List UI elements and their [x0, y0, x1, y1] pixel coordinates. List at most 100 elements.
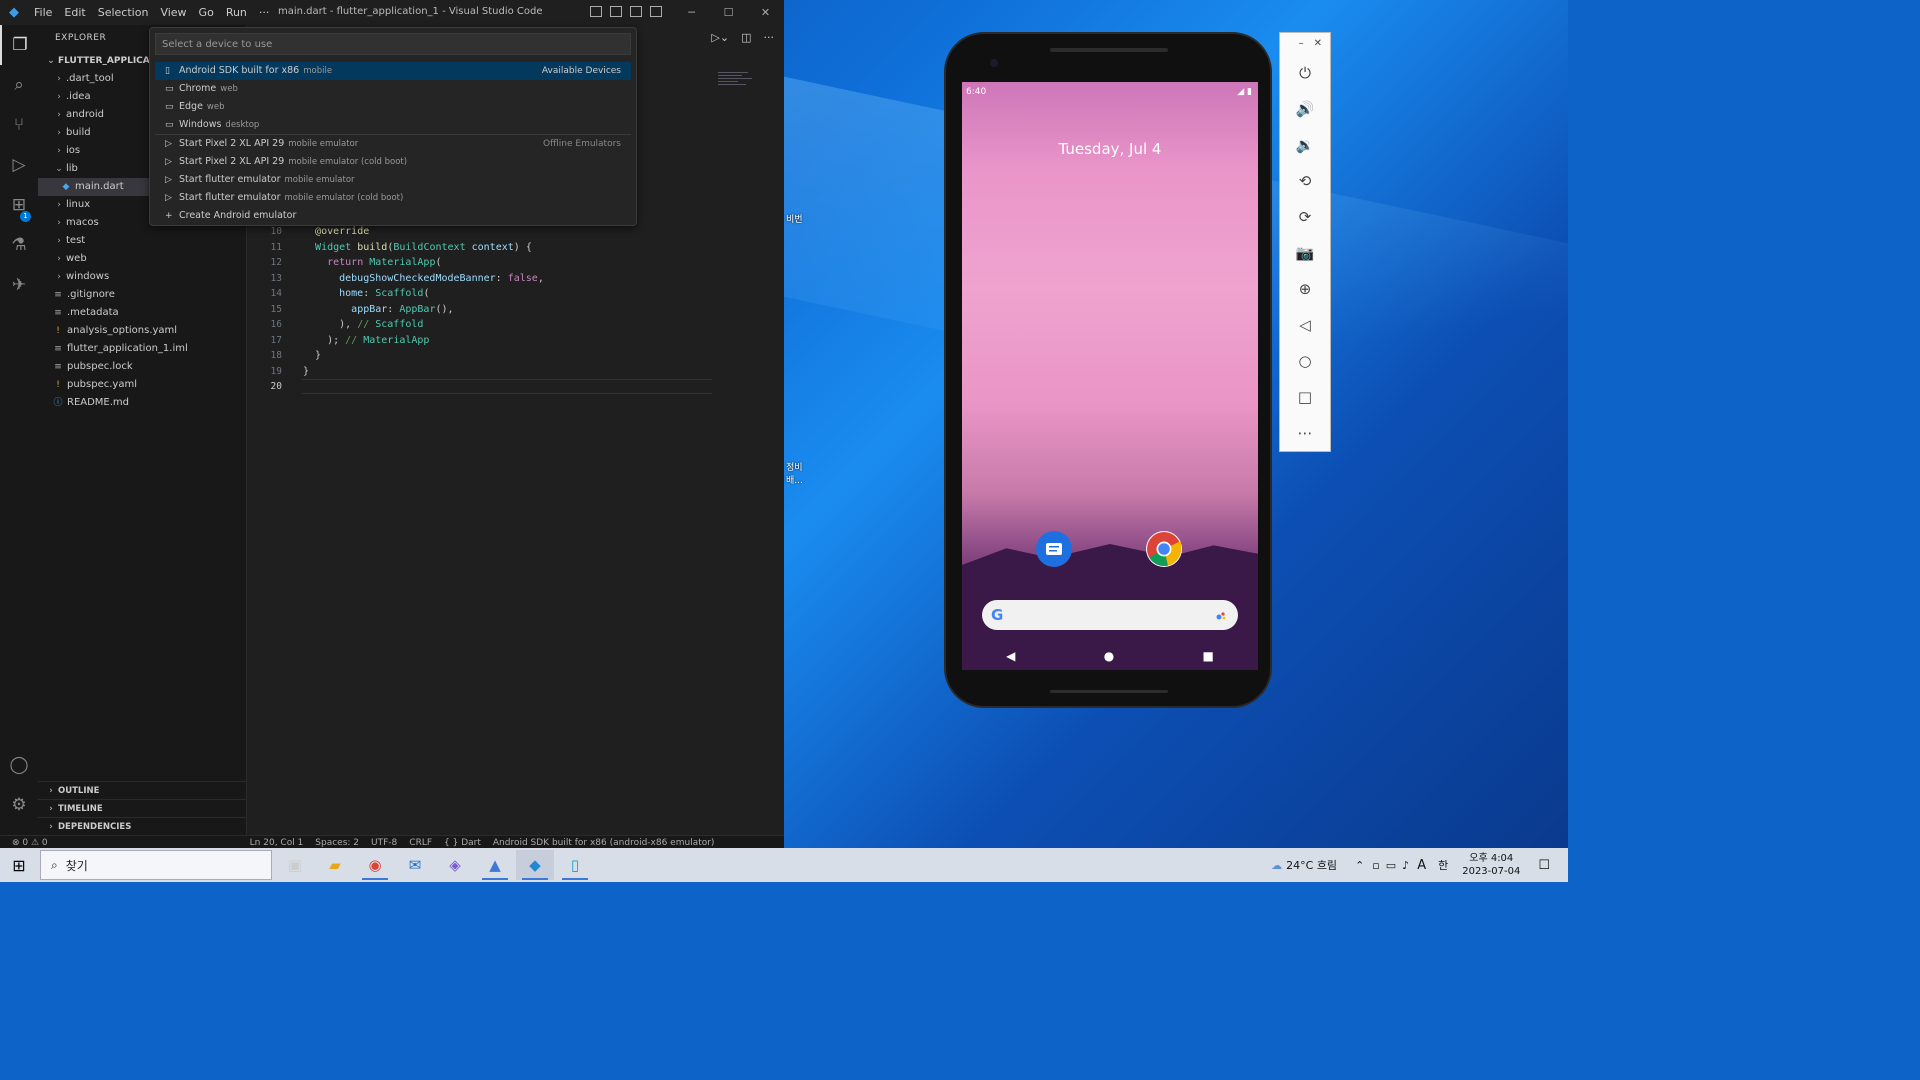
outline-section[interactable]: › OUTLINE — [38, 781, 247, 799]
device-option[interactable]: ▷ Start Pixel 2 XL API 29 mobile emulator O… — [155, 135, 631, 153]
toggle-secondary-sidebar-icon[interactable] — [630, 6, 642, 17]
more-icon[interactable]: ⋯ — [1280, 415, 1330, 451]
code-line[interactable]: 13 debugShowCheckedModeBanner: false, — [248, 271, 784, 287]
weather-text[interactable]: 24°C 흐림 — [1286, 857, 1337, 873]
vscode-taskbar-icon[interactable]: ◆ — [516, 850, 554, 880]
encoding-status[interactable]: UTF-8 — [371, 838, 397, 848]
code-line[interactable]: 16 ), // Scaffold — [248, 317, 784, 333]
testing-icon[interactable]: ⚗ — [0, 225, 38, 265]
code-line[interactable]: 12 return MaterialApp( — [248, 255, 784, 271]
tray-app-icon[interactable]: ▫ — [1372, 859, 1379, 872]
chrome-taskbar-icon[interactable]: ◉ — [356, 850, 394, 880]
code-line[interactable]: 10 @override — [248, 224, 784, 240]
emulator-close-icon[interactable]: ✕ — [1314, 33, 1322, 55]
code-line[interactable]: 15 appBar: AppBar(), — [248, 302, 784, 318]
more-actions-icon[interactable]: ··· — [764, 31, 775, 44]
tree-item[interactable]: › windows — [38, 268, 246, 286]
app-icon[interactable]: ◈ — [436, 850, 474, 880]
camera-icon[interactable]: 📷 — [1280, 235, 1330, 271]
menu-edit[interactable]: Edit — [58, 6, 91, 19]
toggle-panel-icon[interactable] — [610, 6, 622, 17]
explorer-icon[interactable]: ❐ — [0, 25, 38, 65]
search-icon[interactable]: ⌕ — [0, 65, 38, 105]
code-line[interactable]: 14 home: Scaffold( — [248, 286, 784, 302]
volume-down-icon[interactable]: 🔉 — [1280, 127, 1330, 163]
weather-icon[interactable]: ☁ — [1271, 859, 1282, 872]
menu-view[interactable]: View — [154, 6, 192, 19]
network-icon[interactable]: ▭ — [1386, 859, 1396, 872]
google-assistant-icon[interactable] — [1216, 611, 1226, 621]
maximize-icon[interactable]: ☐ — [710, 0, 747, 25]
desktop-icon-label-2[interactable]: 정비 배... — [786, 460, 803, 486]
device-search-input[interactable] — [155, 33, 631, 55]
phone-screen[interactable]: 6:40 ◢ ▮ Tuesday, Jul 4 G ◀ ● ■ — [962, 82, 1258, 670]
remote-explorer-icon[interactable]: ✈ — [0, 265, 38, 305]
flutter-device-status[interactable]: Android SDK built for x86 (android-x86 e… — [493, 838, 715, 848]
back-icon[interactable]: ◁ — [1280, 307, 1330, 343]
tree-item[interactable]: ≡ .metadata — [38, 304, 246, 322]
ime-mode[interactable]: A — [1417, 858, 1426, 873]
device-option[interactable]: ▯ Android SDK built for x86 mobile Availabl… — [155, 62, 631, 80]
android-studio-icon[interactable]: ▲ — [476, 850, 514, 880]
zoom-icon[interactable]: ⊕ — [1280, 271, 1330, 307]
menu-file[interactable]: File — [28, 6, 58, 19]
file-explorer-icon[interactable]: ▰ — [316, 850, 354, 880]
cursor-position[interactable]: Ln 20, Col 1 — [250, 838, 304, 848]
menu-more[interactable]: ··· — [253, 6, 276, 19]
messages-app-icon[interactable] — [1036, 531, 1072, 567]
language-mode[interactable]: { } Dart — [444, 838, 481, 848]
accounts-icon[interactable]: ◯ — [0, 745, 38, 785]
task-view-icon[interactable]: ▣ — [276, 850, 314, 880]
extensions-icon[interactable]: ⊞ 1 — [0, 185, 38, 225]
rotate-right-icon[interactable]: ⟳ — [1280, 199, 1330, 235]
home-icon[interactable]: ○ — [1280, 343, 1330, 379]
nav-recents-icon[interactable]: ■ — [1203, 649, 1214, 663]
emulator-taskbar-icon[interactable]: ▯ — [556, 850, 594, 880]
device-option[interactable]: ▭ Chrome web — [155, 80, 631, 98]
clock[interactable]: 오후 4:04 2023-07-04 — [1462, 852, 1520, 878]
desktop-icon-label-1[interactable]: 비번 — [786, 212, 803, 225]
menu-run[interactable]: Run — [220, 6, 253, 19]
emulator-minimize-icon[interactable]: – — [1299, 33, 1304, 55]
close-icon[interactable]: ✕ — [747, 0, 784, 25]
rotate-left-icon[interactable]: ⟲ — [1280, 163, 1330, 199]
notifications-icon[interactable]: ☐ — [1538, 858, 1550, 873]
toggle-primary-sidebar-icon[interactable] — [590, 6, 602, 17]
device-option[interactable]: ▷ Start flutter emulator mobile emulator — [155, 171, 631, 189]
device-option[interactable]: ▭ Edge web — [155, 98, 631, 116]
run-debug-icon[interactable]: ▷ — [0, 145, 38, 185]
taskbar-search[interactable]: ⌕ 찾기 — [40, 850, 272, 880]
code-editor[interactable]: 10 @override 11 Widget build(BuildContext… — [248, 224, 784, 395]
tree-item[interactable]: ! pubspec.yaml — [38, 376, 246, 394]
nav-back-icon[interactable]: ◀ — [1006, 649, 1015, 663]
run-icon[interactable]: ▷⌄ — [711, 31, 729, 44]
language-indicator[interactable]: 한 — [1438, 857, 1448, 873]
tree-item[interactable]: › test — [38, 232, 246, 250]
problems-status[interactable]: ⊗ 0 ⚠ 0 — [12, 838, 48, 848]
chrome-app-icon[interactable] — [1146, 531, 1182, 567]
tray-chevron-icon[interactable]: ⌃ — [1355, 859, 1364, 872]
nav-home-icon[interactable]: ● — [1104, 649, 1114, 663]
minimize-icon[interactable]: ─ — [673, 0, 710, 25]
menu-selection[interactable]: Selection — [92, 6, 155, 19]
google-search-bar[interactable]: G — [982, 600, 1238, 630]
tree-item[interactable]: ≡ .gitignore — [38, 286, 246, 304]
code-line[interactable]: 20 — [248, 379, 784, 395]
code-line[interactable]: 19} — [248, 364, 784, 380]
tree-item[interactable]: ≡ pubspec.lock — [38, 358, 246, 376]
code-line[interactable]: 11 Widget build(BuildContext context) { — [248, 240, 784, 256]
minimap[interactable] — [718, 70, 758, 100]
mail-icon[interactable]: ✉ — [396, 850, 434, 880]
tree-item[interactable]: ≡ flutter_application_1.iml — [38, 340, 246, 358]
phone-date[interactable]: Tuesday, Jul 4 — [962, 140, 1258, 158]
volume-up-icon[interactable]: 🔊 — [1280, 91, 1330, 127]
device-option[interactable]: + Create Android emulator — [155, 207, 631, 225]
source-control-icon[interactable]: ⑂ — [0, 105, 38, 145]
dependencies-section[interactable]: › DEPENDENCIES — [38, 817, 247, 835]
device-option[interactable]: ▷ Start Pixel 2 XL API 29 mobile emulator … — [155, 153, 631, 171]
timeline-section[interactable]: › TIMELINE — [38, 799, 247, 817]
tree-item[interactable]: › web — [38, 250, 246, 268]
code-line[interactable]: 17 ); // MaterialApp — [248, 333, 784, 349]
code-line[interactable]: 18 } — [248, 348, 784, 364]
windows-start-icon[interactable]: ⊞ — [0, 856, 38, 875]
